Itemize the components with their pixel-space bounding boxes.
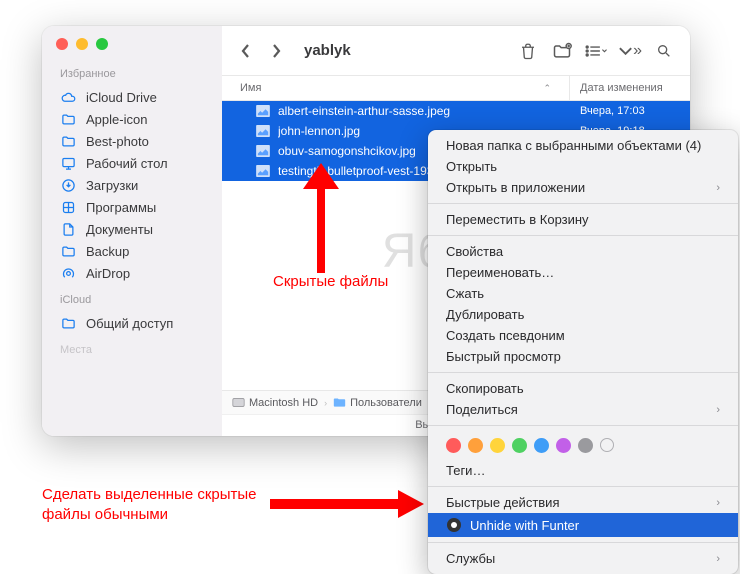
arrow-right-icon xyxy=(270,490,424,520)
path-segment[interactable]: Macintosh HD xyxy=(232,396,318,409)
separator xyxy=(428,425,738,426)
forward-button[interactable] xyxy=(266,41,286,61)
new-folder-button[interactable] xyxy=(550,40,574,62)
context-menu: Новая папка с выбранными объектами (4) О… xyxy=(428,130,738,574)
ctx-services[interactable]: Службы› xyxy=(428,548,738,569)
sidebar-item-airdrop[interactable]: AirDrop xyxy=(42,262,222,284)
search-button[interactable] xyxy=(652,40,676,62)
image-file-icon xyxy=(256,144,272,158)
ctx-new-folder[interactable]: Новая папка с выбранными объектами (4) xyxy=(428,135,738,156)
close-button[interactable] xyxy=(56,38,68,50)
ctx-tags[interactable]: Теги… xyxy=(428,460,738,481)
sort-indicator-icon: ⌃ xyxy=(543,83,551,94)
column-headers: Имя⌃ Дата изменения xyxy=(222,76,690,101)
sidebar-item-documents[interactable]: Документы xyxy=(42,218,222,240)
ctx-unhide-funter[interactable]: Unhide with Funter xyxy=(428,513,738,537)
tag-none[interactable] xyxy=(600,438,614,452)
sidebar-group-favorites: Избранное xyxy=(42,68,222,86)
sidebar-item-downloads[interactable]: Загрузки xyxy=(42,174,222,196)
tag-purple[interactable] xyxy=(556,438,571,453)
downloads-icon xyxy=(60,177,76,193)
annotation-hidden-files: Скрытые файлы xyxy=(273,273,388,290)
minimize-button[interactable] xyxy=(76,38,88,50)
tag-yellow[interactable] xyxy=(490,438,505,453)
separator xyxy=(428,203,738,204)
folder-icon xyxy=(60,243,76,259)
ctx-quick-actions[interactable]: Быстрые действия› xyxy=(428,492,738,513)
sidebar-item-best-photo[interactable]: Best-photo xyxy=(42,130,222,152)
sidebar-item-backup[interactable]: Backup xyxy=(42,240,222,262)
ctx-open[interactable]: Открыть xyxy=(428,156,738,177)
chevron-right-icon: › xyxy=(716,497,720,509)
ctx-alias[interactable]: Создать псевдоним xyxy=(428,325,738,346)
cloud-icon xyxy=(60,89,76,105)
separator xyxy=(428,542,738,543)
arrow-up-icon xyxy=(303,163,339,273)
sidebar-group-icloud: iCloud xyxy=(42,294,222,312)
tag-orange[interactable] xyxy=(468,438,483,453)
folder-icon xyxy=(60,133,76,149)
sidebar-group-places: Места xyxy=(42,344,222,362)
image-file-icon xyxy=(256,164,272,178)
ctx-info[interactable]: Свойства xyxy=(428,241,738,262)
trash-button[interactable] xyxy=(516,40,540,62)
chevron-right-icon: › xyxy=(716,553,720,565)
ctx-copy[interactable]: Скопировать xyxy=(428,378,738,399)
column-name[interactable]: Имя⌃ xyxy=(222,76,570,100)
ctx-duplicate[interactable]: Дублировать xyxy=(428,304,738,325)
tag-blue[interactable] xyxy=(534,438,549,453)
tag-gray[interactable] xyxy=(578,438,593,453)
separator xyxy=(428,372,738,373)
funter-icon xyxy=(446,517,462,533)
ctx-rename[interactable]: Переименовать… xyxy=(428,262,738,283)
desktop-icon xyxy=(60,155,76,171)
folder-icon xyxy=(333,396,346,409)
sidebar: Избранное iCloud Drive Apple-icon Best-p… xyxy=(42,26,222,436)
sidebar-item-shared[interactable]: Общий доступ xyxy=(42,312,222,334)
shared-icon xyxy=(60,315,76,331)
chevron-right-icon: › xyxy=(716,182,720,194)
path-segment[interactable]: Пользователи xyxy=(333,396,422,409)
tag-red[interactable] xyxy=(446,438,461,453)
view-options-button[interactable] xyxy=(584,40,608,62)
separator xyxy=(428,235,738,236)
maximize-button[interactable] xyxy=(96,38,108,50)
sidebar-item-apple-icon[interactable]: Apple-icon xyxy=(42,108,222,130)
more-button[interactable]: » xyxy=(618,40,642,62)
folder-icon xyxy=(60,111,76,127)
chevron-right-icon: › xyxy=(324,398,327,408)
sidebar-item-desktop[interactable]: Рабочий стол xyxy=(42,152,222,174)
ctx-tags-row xyxy=(428,431,738,460)
window-controls xyxy=(42,38,222,68)
ctx-open-in[interactable]: Открыть в приложении› xyxy=(428,177,738,198)
ctx-compress[interactable]: Сжать xyxy=(428,283,738,304)
ctx-trash[interactable]: Переместить в Корзину xyxy=(428,209,738,230)
tag-green[interactable] xyxy=(512,438,527,453)
apps-icon xyxy=(60,199,76,215)
window-title: yablyk xyxy=(304,42,506,59)
image-file-icon xyxy=(256,124,272,138)
disk-icon xyxy=(232,396,245,409)
airdrop-icon xyxy=(60,265,76,281)
back-button[interactable] xyxy=(236,41,256,61)
chevron-right-icon: › xyxy=(716,404,720,416)
column-date[interactable]: Дата изменения xyxy=(570,76,690,100)
sidebar-item-icloud-drive[interactable]: iCloud Drive xyxy=(42,86,222,108)
ctx-share[interactable]: Поделиться› xyxy=(428,399,738,420)
image-file-icon xyxy=(256,104,272,118)
separator xyxy=(428,486,738,487)
toolbar: yablyk » xyxy=(222,26,690,76)
docs-icon xyxy=(60,221,76,237)
sidebar-item-applications[interactable]: Программы xyxy=(42,196,222,218)
ctx-quicklook[interactable]: Быстрый просмотр xyxy=(428,346,738,367)
annotation-make-visible: Сделать выделенные скрытые файлы обычным… xyxy=(42,485,257,524)
file-row[interactable]: albert-einstein-arthur-sasse.jpegВчера, … xyxy=(222,101,690,121)
